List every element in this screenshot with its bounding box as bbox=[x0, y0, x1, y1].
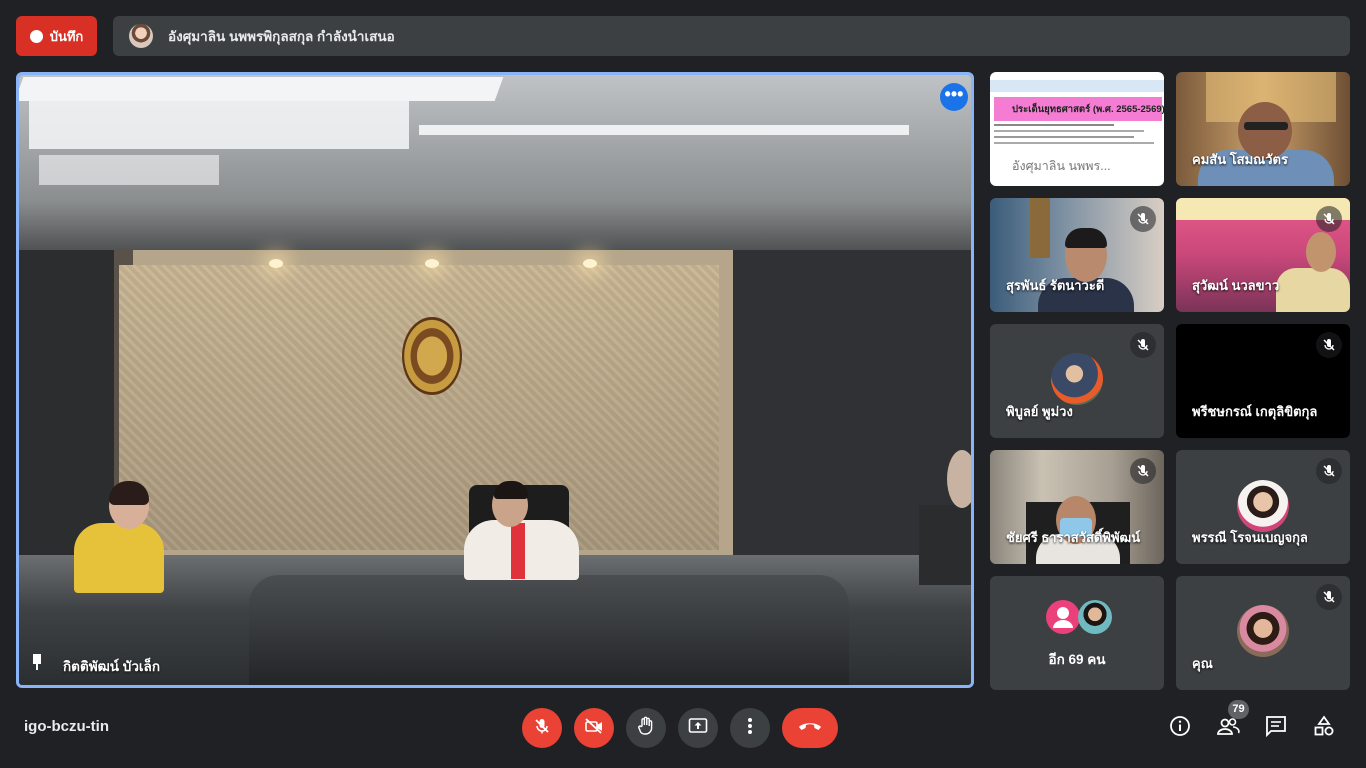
activities-button[interactable] bbox=[1312, 714, 1336, 742]
participant-avatar bbox=[1051, 353, 1103, 405]
participant-name: พรรณี โรจนเบญจกุล bbox=[1192, 530, 1308, 545]
main-video-tile[interactable]: ••• กิตติพัฒน์ บัวเล็ก bbox=[16, 72, 974, 688]
tile-participant-1[interactable]: คมสัน โสมณวัตร bbox=[1176, 72, 1350, 186]
mic-off-icon bbox=[533, 717, 551, 740]
muted-mic-icon bbox=[1130, 206, 1156, 232]
slide-caption: อังศุมาลิน นพพร... bbox=[1012, 159, 1111, 173]
tile-more-participants[interactable]: อีก 69 คน bbox=[990, 576, 1164, 690]
presenter-avatar bbox=[129, 24, 153, 48]
chat-icon bbox=[1265, 715, 1287, 742]
leave-call-button[interactable] bbox=[782, 708, 838, 748]
participant-name: คมสัน โสมณวัตร bbox=[1192, 152, 1288, 167]
tile-participant-6[interactable]: ชัยศรี ธาราสวัสดิ์พิพัฒน์ bbox=[990, 450, 1164, 564]
mic-toggle-button[interactable] bbox=[522, 708, 562, 748]
more-options-button[interactable]: ••• bbox=[940, 83, 968, 111]
participant-avatar bbox=[1237, 480, 1289, 532]
presenting-banner[interactable]: อังศุมาลิน นพพรพิกุลสกุล กำลังนำเสนอ bbox=[113, 16, 1350, 56]
tile-participant-4[interactable]: พิบูลย์ พูม่วง bbox=[990, 324, 1164, 438]
university-emblem bbox=[402, 317, 462, 395]
muted-mic-icon bbox=[1316, 206, 1342, 232]
main-participant-name: กิตติพัฒน์ บัวเล็ก bbox=[63, 659, 160, 674]
camera-off-icon bbox=[584, 717, 604, 740]
more-actions-button[interactable] bbox=[730, 708, 770, 748]
raise-hand-button[interactable] bbox=[626, 708, 666, 748]
participant-name: พรีชษกรณ์ เกตุลิขิตกุล bbox=[1192, 404, 1318, 419]
chat-button[interactable] bbox=[1264, 715, 1288, 742]
info-icon bbox=[1169, 715, 1191, 742]
present-now-button[interactable] bbox=[678, 708, 718, 748]
others-avatar bbox=[1078, 600, 1112, 634]
muted-mic-icon bbox=[1316, 584, 1342, 610]
muted-mic-icon bbox=[1130, 332, 1156, 358]
tile-participant-7[interactable]: พรรณี โรจนเบญจกุล bbox=[1176, 450, 1350, 564]
others-avatar bbox=[1046, 600, 1080, 634]
record-label: บันทึก bbox=[49, 28, 84, 44]
record-button[interactable]: บันทึก bbox=[16, 16, 97, 56]
participant-name: คุณ bbox=[1192, 656, 1213, 671]
camera-toggle-button[interactable] bbox=[574, 708, 614, 748]
participant-name: สุรพันธ์ รัตนาวะดี bbox=[1006, 278, 1105, 293]
self-avatar bbox=[1237, 605, 1289, 657]
participant-count-badge: 79 bbox=[1228, 700, 1249, 719]
people-icon bbox=[1216, 716, 1240, 741]
participant-name: สุวัฒน์ นวลขาว bbox=[1192, 278, 1280, 293]
meeting-details-button[interactable] bbox=[1168, 715, 1192, 742]
presenting-text: อังศุมาลิน นพพรพิกุลสกุล กำลังนำเสนอ bbox=[168, 29, 395, 44]
meeting-code: igo-bczu-tin bbox=[24, 718, 109, 735]
muted-mic-icon bbox=[1316, 332, 1342, 358]
tile-participant-5[interactable]: พรีชษกรณ์ เกตุลิขิตกุล bbox=[1176, 324, 1350, 438]
hang-up-icon bbox=[797, 719, 823, 737]
top-bar: บันทึก อังศุมาลิน นพพรพิกุลสกุล กำลังนำเ… bbox=[0, 0, 1366, 72]
muted-mic-icon bbox=[1130, 458, 1156, 484]
meeting-table-front bbox=[249, 575, 849, 685]
present-screen-icon bbox=[688, 717, 708, 740]
slide-title: ประเด็นยุทธศาสตร์ (พ.ศ. 2565-2569) bbox=[1012, 104, 1164, 115]
hand-icon bbox=[637, 716, 655, 741]
record-dot-icon bbox=[29, 29, 43, 43]
tile-participant-3[interactable]: สุวัฒน์ นวลขาว bbox=[1176, 198, 1350, 312]
muted-mic-icon bbox=[1316, 458, 1342, 484]
participant-name: ชัยศรี ธาราสวัสดิ์พิพัฒน์ bbox=[1006, 530, 1141, 545]
more-vert-icon bbox=[747, 717, 753, 740]
bottom-bar: igo-bczu-tin bbox=[0, 688, 1366, 768]
participant-name: พิบูลย์ พูม่วง bbox=[1006, 404, 1073, 419]
tile-participant-2[interactable]: สุรพันธ์ รัตนาวะดี bbox=[990, 198, 1164, 312]
people-button[interactable] bbox=[1216, 716, 1240, 740]
wall-panel bbox=[119, 265, 719, 550]
activities-icon bbox=[1313, 714, 1335, 742]
pin-icon[interactable] bbox=[31, 653, 43, 671]
tile-presentation[interactable]: ประเด็นยุทธศาสตร์ (พ.ศ. 2565-2569) อังศุ… bbox=[990, 72, 1164, 186]
more-participants-label: อีก 69 คน bbox=[1048, 652, 1106, 667]
tile-self[interactable]: คุณ bbox=[1176, 576, 1350, 690]
